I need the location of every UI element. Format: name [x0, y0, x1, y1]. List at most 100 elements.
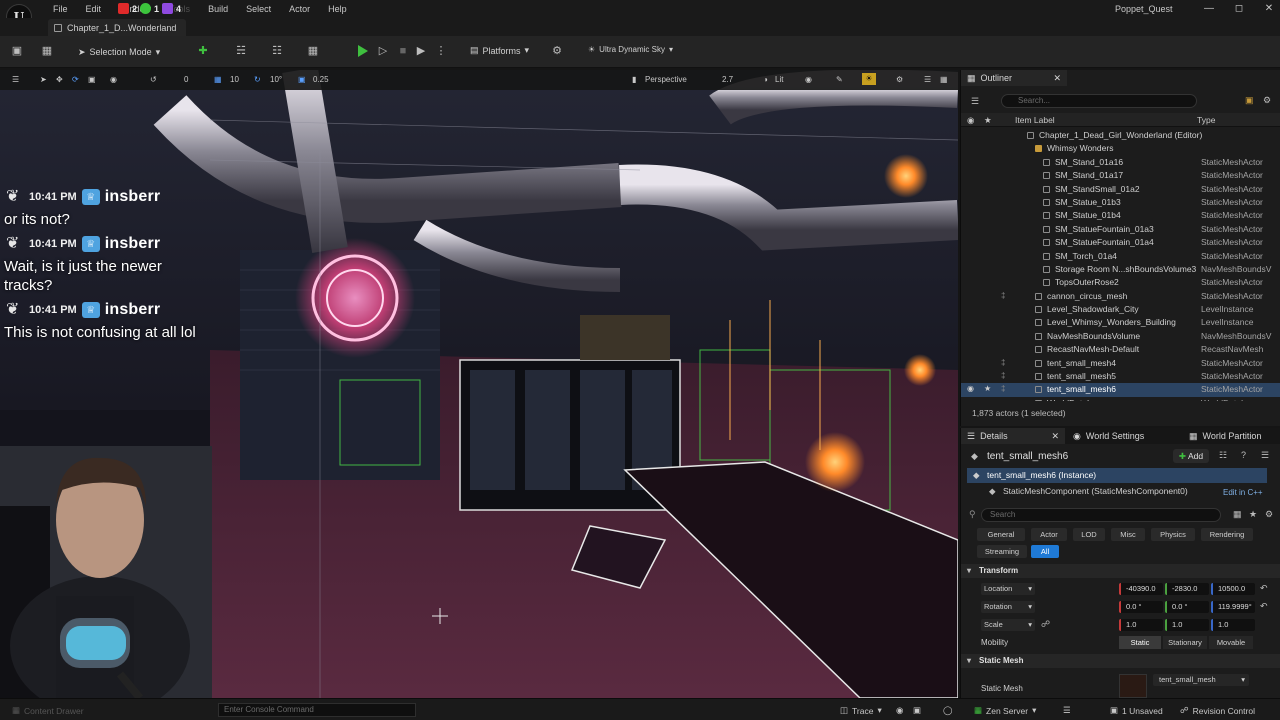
mesh-thumbnail[interactable]: [1119, 674, 1147, 698]
grid-snap-icon[interactable]: ▦: [214, 75, 222, 84]
outliner-row[interactable]: SM_StandSmall_01a2 StaticMeshActor: [961, 183, 1280, 196]
pin-icon[interactable]: ‡: [1001, 384, 1005, 393]
filter-streaming[interactable]: Streaming: [977, 545, 1027, 558]
mobility-static[interactable]: Static: [1119, 636, 1161, 649]
reset-icon[interactable]: ↶: [1260, 601, 1268, 612]
source-control-icon[interactable]: ☰: [1063, 705, 1071, 716]
rotation-snap-value[interactable]: 0: [184, 75, 188, 84]
add-actor-icon[interactable]: ✚: [196, 45, 210, 58]
pin-icon[interactable]: ‡: [1001, 371, 1005, 380]
menu-select[interactable]: Select: [237, 2, 280, 16]
eject-icon[interactable]: ▶: [414, 45, 428, 58]
more-options-icon[interactable]: ⋮: [434, 45, 448, 58]
menu-actor[interactable]: Actor: [280, 2, 319, 16]
filter-icon[interactable]: ☰: [971, 96, 979, 107]
rotation-x-field[interactable]: 0.0 °: [1119, 601, 1163, 613]
outliner-row[interactable]: SM_Stand_01a17 StaticMeshActor: [961, 169, 1280, 182]
scale-z-field[interactable]: 1.0: [1211, 619, 1255, 631]
cinematics-icon[interactable]: ☷: [270, 45, 284, 58]
zen-server-button[interactable]: ▦ Zen Server ▾: [974, 705, 1036, 716]
outliner-row[interactable]: RecastNavMesh-Default RecastNavMesh: [961, 343, 1280, 356]
blueprint-icon[interactable]: ☵: [234, 45, 248, 58]
rotation-dropdown[interactable]: Rotation ▾: [981, 601, 1035, 613]
platforms-dropdown[interactable]: ▤ Platforms ▾: [470, 45, 529, 56]
mobility-movable[interactable]: Movable: [1209, 636, 1253, 649]
settings-icon[interactable]: ⚙: [1265, 509, 1273, 520]
console-input[interactable]: Enter Console Command: [218, 703, 416, 717]
help-icon[interactable]: ?: [1241, 450, 1246, 460]
close-icon[interactable]: ✕: [1051, 431, 1059, 442]
stop-icon[interactable]: ■: [396, 45, 410, 58]
outliner-row[interactable]: NavMeshBoundsVolume NavMeshBoundsV: [961, 330, 1280, 343]
favorite-column-icon[interactable]: ★: [984, 115, 992, 126]
screenshot-icon[interactable]: ▣: [913, 705, 921, 716]
visibility-icon[interactable]: ◉: [967, 384, 974, 393]
revision-control-button[interactable]: ☍ Revision Control: [1180, 705, 1255, 716]
favorite-icon[interactable]: ★: [984, 384, 991, 393]
filter-all[interactable]: All: [1031, 545, 1059, 558]
scale-snap-icon[interactable]: ▣: [298, 75, 306, 84]
surface-snap-icon[interactable]: ↺: [150, 75, 157, 84]
game-view-icon[interactable]: ☀: [862, 73, 876, 85]
world-space-icon[interactable]: ◉: [110, 75, 117, 84]
visibility-column-icon[interactable]: ◉: [967, 115, 974, 126]
instance-row[interactable]: ◆ tent_small_mesh6 (Instance): [967, 468, 1267, 483]
menu-edit[interactable]: Edit: [77, 2, 111, 16]
maximize-viewport-icon[interactable]: ▦: [940, 75, 948, 84]
outliner-row[interactable]: Chapter_1_Dead_Girl_Wonderland (Editor): [961, 129, 1280, 142]
transform-section-header[interactable]: ▾ Transform: [961, 564, 1280, 578]
details-search-input[interactable]: Search: [981, 508, 1221, 522]
actor-name-field[interactable]: tent_small_mesh6: [987, 451, 1068, 462]
view-mode-dropdown[interactable]: Lit: [775, 75, 783, 84]
location-dropdown[interactable]: Location ▾: [981, 583, 1035, 595]
viewport-settings-icon[interactable]: ⚙: [896, 75, 903, 84]
filter-actor[interactable]: Actor: [1031, 528, 1067, 541]
rotation-y-field[interactable]: 0.0 °: [1165, 601, 1209, 613]
blueprint-icon[interactable]: ☷: [1219, 450, 1227, 461]
record-icon[interactable]: ◉: [896, 705, 903, 716]
scale-y-field[interactable]: 1.0: [1165, 619, 1209, 631]
select-tool-icon[interactable]: ➤: [40, 75, 47, 84]
outliner-row[interactable]: Storage Room N...shBoundsVolume3 NavMeshB…: [961, 263, 1280, 276]
selection-mode-dropdown[interactable]: ➤ Selection Mode ▾: [78, 44, 160, 60]
angle-snap-icon[interactable]: ↻: [254, 75, 261, 84]
filter-lod[interactable]: LOD: [1073, 528, 1105, 541]
scale-tool-icon[interactable]: ▣: [88, 75, 96, 84]
perspective-dropdown[interactable]: Perspective: [645, 75, 687, 84]
outliner-row[interactable]: ‡ tent_small_mesh4 StaticMeshActor: [961, 357, 1280, 370]
world-settings-tab[interactable]: ◉ World Settings: [1067, 428, 1150, 444]
unsaved-button[interactable]: ▣ 1 Unsaved: [1110, 705, 1163, 716]
outliner-row[interactable]: SM_StatueFountain_01a4 StaticMeshActor: [961, 236, 1280, 249]
maximize-icon[interactable]: ◻: [1232, 2, 1246, 16]
world-partition-tab[interactable]: ▦ World Partition: [1183, 428, 1267, 444]
scale-dropdown[interactable]: Scale ▾: [981, 619, 1035, 631]
settings-icon[interactable]: ⚙: [550, 45, 564, 58]
outliner-row[interactable]: Whimsy Wonders: [961, 142, 1280, 155]
outliner-row[interactable]: SM_Torch_01a4 StaticMeshActor: [961, 250, 1280, 263]
component-row[interactable]: ◆ StaticMeshComponent (StaticMeshCompone…: [967, 484, 1267, 499]
sky-dropdown[interactable]: ☀ Ultra Dynamic Sky ▾: [588, 45, 673, 54]
details-tab[interactable]: ☰ Details ✕: [961, 428, 1065, 444]
new-folder-icon[interactable]: ▣: [1245, 95, 1254, 106]
move-tool-icon[interactable]: ✥: [56, 75, 63, 84]
outliner-row[interactable]: ‡ tent_small_mesh5 StaticMeshActor: [961, 370, 1280, 383]
outliner-row[interactable]: Level_Whimsy_Wonders_Building LevelInstan…: [961, 316, 1280, 329]
grid-snap-value[interactable]: 10: [230, 75, 239, 84]
level-tab[interactable]: Chapter_1_D...Wonderland: [48, 19, 187, 36]
rotation-z-field[interactable]: 119.9999°: [1211, 601, 1255, 613]
scale-snap-value[interactable]: 0.25: [313, 75, 329, 84]
type-header[interactable]: Type: [1197, 115, 1215, 125]
options-icon[interactable]: ☰: [1261, 450, 1269, 461]
scale-x-field[interactable]: 1.0: [1119, 619, 1163, 631]
outliner-row[interactable]: WorldDataLayers WorldDataLayers: [961, 397, 1280, 401]
trace-button[interactable]: ◫ Trace ▾: [840, 705, 882, 716]
filter-general[interactable]: General: [977, 528, 1025, 541]
save-icon[interactable]: ▣: [10, 45, 24, 58]
outliner-row[interactable]: ◉ ★ ‡ tent_small_mesh6 StaticMeshActor: [961, 383, 1280, 397]
content-drawer-button[interactable]: ▦ Content Drawer: [12, 705, 84, 716]
outliner-row[interactable]: SM_StatueFountain_01a3 StaticMeshActor: [961, 223, 1280, 236]
filter-physics[interactable]: Physics: [1151, 528, 1195, 541]
favorite-icon[interactable]: ★: [1249, 509, 1257, 520]
lock-icon[interactable]: ☍: [1041, 619, 1050, 630]
menu-file[interactable]: File: [44, 2, 77, 16]
